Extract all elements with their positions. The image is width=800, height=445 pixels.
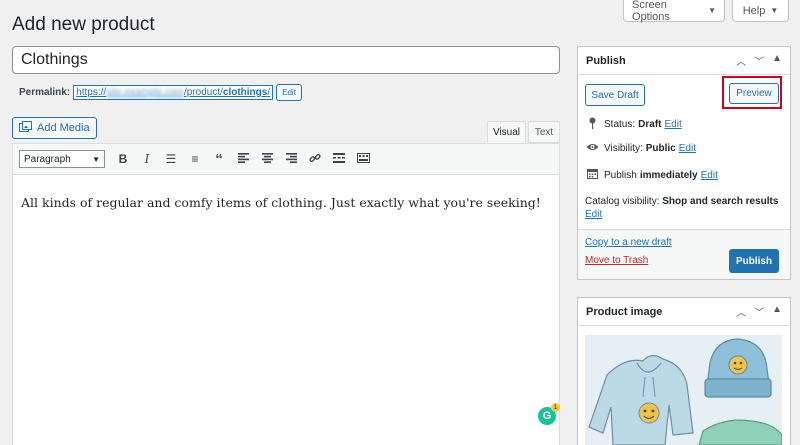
page-title: Add new product [12, 14, 155, 35]
publish-button[interactable]: Publish [729, 249, 779, 273]
move-to-trash-link[interactable]: Move to Trash [585, 255, 648, 266]
visibility-value: Public [645, 143, 676, 154]
move-up-icon[interactable]: ︿ [736, 304, 746, 319]
align-center-icon[interactable] [255, 152, 279, 166]
help-label: Help [742, 4, 766, 17]
permalink-url-path: /product/ [183, 87, 223, 98]
publish-date-label: Publish [604, 169, 637, 181]
product-title-input[interactable] [12, 46, 560, 74]
screen-options-tab[interactable]: Screen Options ▼ [623, 0, 725, 23]
editor-content[interactable]: All kinds of regular and comfy items of … [13, 175, 559, 230]
format-select[interactable]: Paragraph ▼ [19, 150, 105, 168]
tab-visual[interactable]: Visual [487, 121, 526, 143]
content-editor: Paragraph ▼ B I ☰ ≡ “ All kinds of regula… [12, 143, 560, 445]
product-image-header: Product image ︿ ﹀ ▲ [578, 298, 790, 326]
move-down-icon[interactable]: ﹀ [754, 304, 764, 319]
calendar-icon [585, 168, 599, 182]
status-edit-link[interactable]: Edit [664, 119, 681, 130]
blockquote-icon[interactable]: “ [207, 151, 231, 168]
product-image-thumbnail[interactable] [585, 335, 782, 445]
numbered-list-icon[interactable]: ≡ [183, 152, 207, 166]
eye-icon [585, 143, 599, 154]
visibility-edit-link[interactable]: Edit [679, 143, 696, 154]
publish-box-title: Publish [586, 54, 626, 67]
grammarly-badge: 1 [551, 403, 560, 412]
align-right-icon[interactable] [279, 152, 303, 166]
bullet-list-icon[interactable]: ☰ [159, 152, 183, 166]
preview-highlight [722, 76, 782, 109]
status-value: Draft [638, 119, 662, 130]
status-row: Status: Draft Edit [585, 117, 682, 132]
tab-text[interactable]: Text [528, 121, 560, 143]
publish-date-row: Publish immediately Edit [585, 168, 718, 182]
screen-options-label: Screen Options [632, 0, 670, 23]
save-draft-button[interactable]: Save Draft [585, 84, 645, 106]
format-select-value: Paragraph [24, 153, 71, 165]
permalink-url-domain: site.example.com [106, 87, 184, 98]
permalink-row: Permalink: https://site.example.com/prod… [19, 84, 302, 101]
link-icon[interactable] [303, 152, 327, 167]
move-up-icon[interactable]: ︿ [736, 53, 746, 68]
add-media-button[interactable]: Add Media [12, 117, 97, 139]
visibility-row: Visibility: Public Edit [585, 143, 696, 154]
catalog-visibility-value: Shop and search results [662, 196, 779, 207]
italic-icon[interactable]: I [135, 152, 159, 166]
publish-date-value: immediately [639, 169, 698, 181]
bold-icon[interactable]: B [111, 152, 135, 166]
permalink-url-end: / [267, 87, 271, 98]
help-tab[interactable]: Help ▼ [732, 0, 789, 22]
collapse-icon[interactable]: ▲ [772, 53, 782, 68]
permalink-url-slug: clothings [222, 87, 268, 98]
align-left-icon[interactable] [231, 152, 255, 166]
toolbar-toggle-icon[interactable] [351, 152, 375, 166]
publish-date-edit-link[interactable]: Edit [701, 170, 718, 181]
permalink-url[interactable]: https://site.example.com/product/clothin… [73, 85, 274, 100]
move-down-icon[interactable]: ﹀ [754, 53, 764, 68]
caret-down-icon: ▼ [770, 6, 779, 15]
add-media-label: Add Media [37, 122, 90, 134]
permalink-label: Permalink: [19, 87, 71, 98]
read-more-icon[interactable] [327, 152, 351, 166]
permalink-url-prefix: https:// [76, 87, 107, 98]
publish-box-header: Publish ︿ ﹀ ▲ [578, 47, 790, 75]
catalog-visibility-label: Catalog visibility: [585, 196, 660, 207]
media-icon [19, 120, 32, 136]
caret-down-icon: ▼ [708, 6, 716, 15]
caret-down-icon: ▼ [92, 154, 100, 164]
copy-to-draft-link[interactable]: Copy to a new draft [585, 237, 672, 248]
collapse-icon[interactable]: ▲ [772, 304, 782, 319]
catalog-visibility-row: Catalog visibility: Shop and search resu… [585, 195, 780, 221]
status-label: Status: [604, 119, 636, 130]
editor-toolbar: Paragraph ▼ B I ☰ ≡ “ [13, 144, 559, 175]
catalog-visibility-edit-link[interactable]: Edit [585, 209, 602, 220]
permalink-edit-button[interactable]: Edit [276, 84, 302, 101]
visibility-label: Visibility: [604, 143, 643, 154]
pin-icon [585, 117, 599, 132]
product-image-title: Product image [586, 305, 663, 318]
